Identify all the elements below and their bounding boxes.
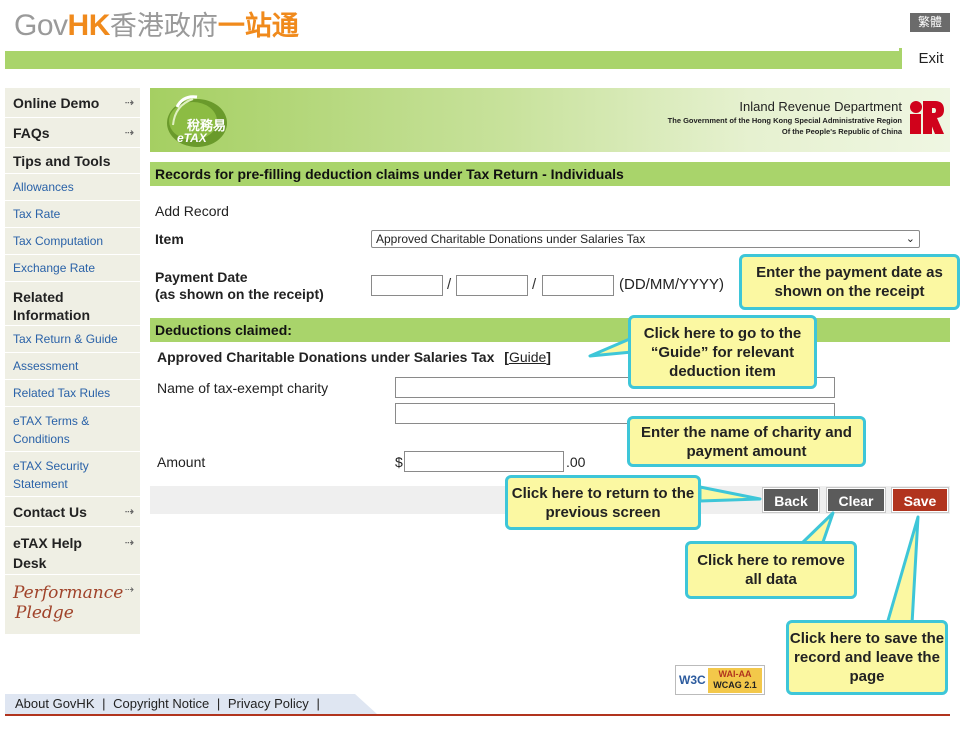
wcag-level: WAI-AA WCAG 2.1 (708, 668, 762, 693)
save-callout-pointer (885, 515, 920, 626)
callout-payment-date: Enter the payment date as shown on the r… (739, 254, 960, 310)
footer-links: About GovHK | Copyright Notice | Privacy… (5, 694, 377, 714)
footer-separator: | (102, 696, 106, 711)
guide-callout-pointer (588, 336, 634, 358)
back-callout-pointer (698, 485, 762, 503)
wcag-badge[interactable]: W3C WAI-AA WCAG 2.1 (675, 665, 765, 695)
footer-link-copyright[interactable]: Copyright Notice (113, 696, 209, 711)
footer-link-privacy[interactable]: Privacy Policy (228, 696, 309, 711)
callout-guide: Click here to go to the “Guide” for rele… (628, 315, 817, 389)
callout-save: Click here to save the record and leave … (786, 620, 948, 695)
wcag-version-text: WCAG 2.1 (713, 680, 757, 690)
callout-charity: Enter the name of charity and payment am… (627, 416, 866, 467)
callout-clear: Click here to remove all data (685, 541, 857, 599)
callout-back: Click here to return to the previous scr… (505, 475, 701, 530)
wai-aa-text: WAI-AA (718, 669, 752, 679)
footer-link-about[interactable]: About GovHK (15, 696, 95, 711)
w3c-logo: W3C (679, 673, 706, 687)
footer-separator: | (316, 696, 320, 711)
footer-divider (5, 714, 950, 716)
footer-separator: | (216, 696, 221, 711)
